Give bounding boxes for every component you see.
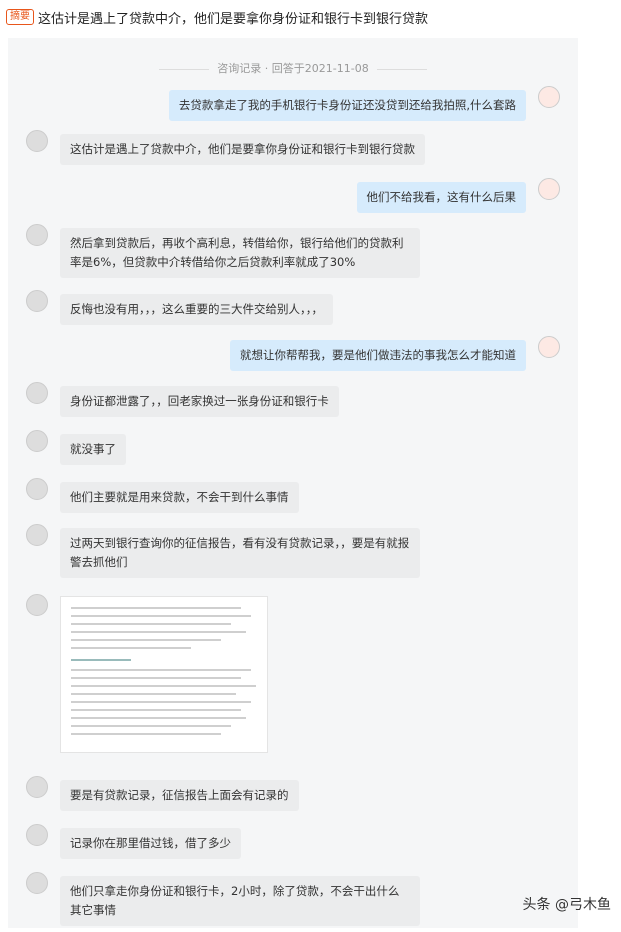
chat-bubble: 身份证都泄露了，，回老家换过一张身份证和银行卡 bbox=[60, 386, 339, 417]
message-lawyer-8: 要是有贷款记录，征信报告上面会有记录的 bbox=[26, 776, 311, 811]
summary-header: 摘要 这估计是遇上了贷款中介，他们是要拿你身份证和银行卡到银行贷款 bbox=[6, 6, 616, 28]
chat-bubble: 要是有贷款记录，征信报告上面会有记录的 bbox=[60, 780, 299, 811]
message-user-3: 就想让你帮帮我，要是他们做违法的事我怎么才能知道 bbox=[218, 336, 560, 371]
credit-report-image[interactable] bbox=[60, 596, 268, 753]
chat-bubble: 过两天到银行查询你的征信报告，看有没有贷款记录，，要是有就报警去抓他们 bbox=[60, 528, 420, 578]
message-user-2: 他们不给我看，这有什么后果 bbox=[345, 178, 560, 213]
user-avatar bbox=[538, 336, 560, 358]
lawyer-avatar bbox=[26, 478, 48, 500]
lawyer-avatar bbox=[26, 382, 48, 404]
lawyer-avatar bbox=[26, 290, 48, 312]
message-lawyer-5: 就没事了 bbox=[26, 430, 138, 465]
lawyer-avatar bbox=[26, 524, 48, 546]
chat-bubble: 就没事了 bbox=[60, 434, 126, 465]
summary-title: 这估计是遇上了贷款中介，他们是要拿你身份证和银行卡到银行贷款 bbox=[38, 11, 429, 27]
message-lawyer-1: 这估计是遇上了贷款中介，他们是要拿你身份证和银行卡到银行贷款 bbox=[26, 130, 437, 165]
consultation-panel: 咨询记录 · 回答于2021-11-08 去贷款拿走了我的手机银行卡身份证还没贷… bbox=[8, 38, 578, 928]
chat-bubble: 然后拿到贷款后，再收个高利息，转借给你，银行给他们的贷款利率是6%，但贷款中介转… bbox=[60, 228, 420, 278]
message-lawyer-image bbox=[26, 594, 280, 753]
message-lawyer-3: 反悔也没有用，，，这么重要的三大件交给别人，，， bbox=[26, 290, 345, 325]
lawyer-avatar bbox=[26, 130, 48, 152]
lawyer-avatar bbox=[26, 430, 48, 452]
message-lawyer-4: 身份证都泄露了，，回老家换过一张身份证和银行卡 bbox=[26, 382, 351, 417]
message-lawyer-10: 他们只拿走你身份证和银行卡，2小时，除了贷款，不会干出什么其它事情 bbox=[26, 872, 432, 926]
lawyer-avatar bbox=[26, 776, 48, 798]
message-lawyer-6: 他们主要就是用来贷款，不会干到什么事情 bbox=[26, 478, 311, 513]
record-timestamp: 咨询记录 · 回答于2021-11-08 bbox=[8, 60, 578, 76]
chat-bubble: 他们只拿走你身份证和银行卡，2小时，除了贷款，不会干出什么其它事情 bbox=[60, 876, 420, 926]
chat-bubble: 反悔也没有用，，，这么重要的三大件交给别人，，， bbox=[60, 294, 333, 325]
user-avatar bbox=[538, 178, 560, 200]
chat-bubble: 记录你在那里借过钱，借了多少 bbox=[60, 828, 241, 859]
message-lawyer-2: 然后拿到贷款后，再收个高利息，转借给你，银行给他们的贷款利率是6%，但贷款中介转… bbox=[26, 224, 432, 278]
lawyer-avatar bbox=[26, 594, 48, 616]
chat-bubble: 这估计是遇上了贷款中介，他们是要拿你身份证和银行卡到银行贷款 bbox=[60, 134, 425, 165]
user-avatar bbox=[538, 86, 560, 108]
chat-bubble: 他们不给我看，这有什么后果 bbox=[356, 182, 526, 213]
message-lawyer-7: 过两天到银行查询你的征信报告，看有没有贷款记录，，要是有就报警去抓他们 bbox=[26, 524, 432, 578]
message-user-1: 去贷款拿走了我的手机银行卡身份证还没贷到还给我拍照,什么套路 bbox=[157, 86, 560, 121]
chat-bubble: 就想让你帮帮我，要是他们做违法的事我怎么才能知道 bbox=[230, 340, 526, 371]
summary-badge: 摘要 bbox=[6, 9, 34, 25]
watermark: 头条 @弓木鱼 bbox=[522, 897, 611, 913]
lawyer-avatar bbox=[26, 224, 48, 246]
lawyer-avatar bbox=[26, 872, 48, 894]
chat-bubble: 他们主要就是用来贷款，不会干到什么事情 bbox=[60, 482, 299, 513]
lawyer-avatar bbox=[26, 824, 48, 846]
message-lawyer-9: 记录你在那里借过钱，借了多少 bbox=[26, 824, 253, 859]
chat-bubble: 去贷款拿走了我的手机银行卡身份证还没贷到还给我拍照,什么套路 bbox=[168, 90, 526, 121]
